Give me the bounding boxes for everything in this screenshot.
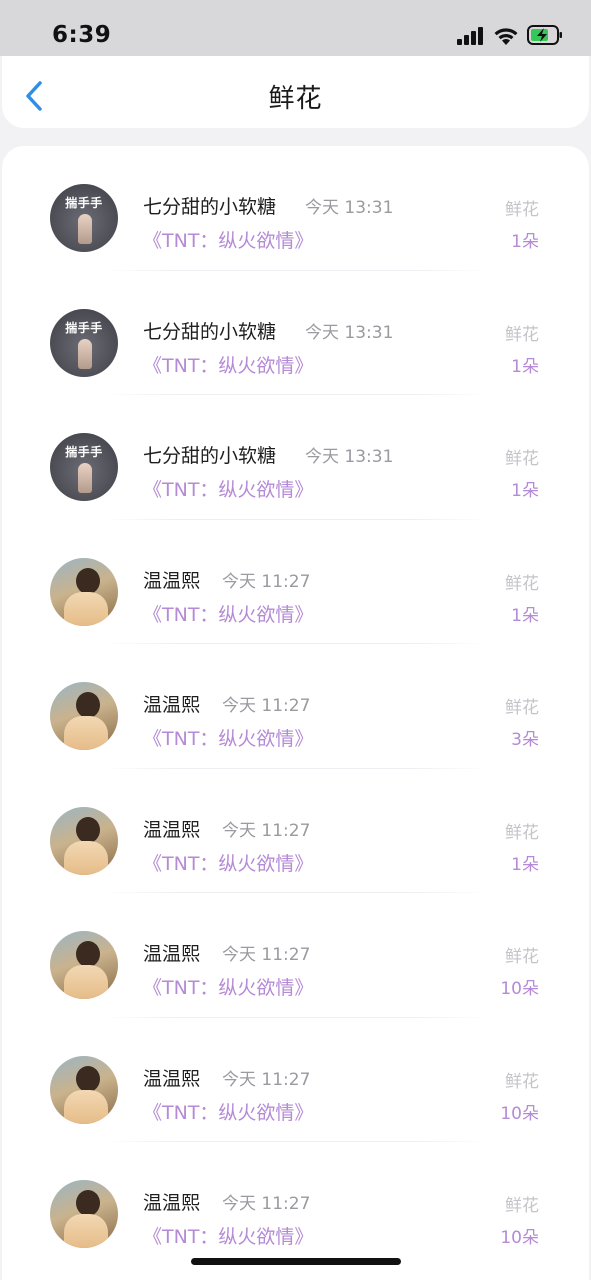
record-time: 今天 13:31	[305, 322, 394, 343]
list-item[interactable]: 温温熙 今天 11:27 《TNT：纵火欲情》 鲜花 1朵	[2, 769, 589, 893]
user-name[interactable]: 温温熙	[143, 566, 200, 593]
signal-icon	[457, 27, 483, 45]
user-avatar[interactable]	[50, 682, 118, 750]
status-time: 6:39	[52, 22, 112, 48]
avatar-tag: 揣手手	[65, 196, 103, 210]
record-time: 今天 11:27	[222, 1194, 311, 1214]
list-item[interactable]: 揣手手 七分甜的小软糖 今天 13:31 《TNT：纵火欲情》 鲜花 1朵	[2, 146, 589, 271]
gift-count: 10朵	[500, 1228, 539, 1248]
gift-type: 鲜花	[505, 698, 539, 718]
gift-type: 鲜花	[505, 449, 539, 469]
flower-record-list[interactable]: 揣手手 七分甜的小软糖 今天 13:31 《TNT：纵火欲情》 鲜花 1朵 揣手…	[2, 146, 589, 1280]
gift-count: 1朵	[511, 232, 539, 252]
user-avatar[interactable]: 揣手手	[50, 184, 118, 252]
user-name[interactable]: 温温熙	[143, 815, 200, 842]
page-title: 鲜花	[268, 84, 323, 114]
home-indicator[interactable]	[191, 1258, 401, 1265]
gift-count: 1朵	[511, 356, 539, 377]
book-title-link[interactable]: 《TNT：纵火欲情》	[143, 1098, 313, 1125]
user-name[interactable]: 温温熙	[143, 690, 200, 717]
gift-type: 鲜花	[505, 822, 539, 843]
navigation-bar: 鲜花	[2, 56, 589, 128]
user-name[interactable]: 七分甜的小软糖	[143, 192, 276, 219]
record-time: 今天 11:27	[222, 571, 311, 592]
battery-charging-icon	[527, 25, 562, 45]
user-avatar[interactable]	[50, 1180, 118, 1248]
gift-count: 1朵	[511, 605, 539, 626]
status-bar: 6:39	[0, 0, 591, 56]
user-avatar[interactable]: 揣手手	[50, 433, 118, 501]
gift-type: 鲜花	[505, 324, 539, 345]
book-title-link[interactable]: 《TNT：纵火欲情》	[143, 724, 313, 751]
avatar-tag: 揣手手	[65, 445, 103, 459]
book-title-link[interactable]: 《TNT：纵火欲情》	[143, 475, 313, 502]
list-item[interactable]: 温温熙 今天 11:27 《TNT：纵火欲情》 鲜花 10朵	[2, 1018, 589, 1142]
user-name[interactable]: 七分甜的小软糖	[143, 441, 276, 468]
list-item[interactable]: 温温熙 今天 11:27 《TNT：纵火欲情》 鲜花 10朵	[2, 1142, 589, 1267]
gift-type: 鲜花	[505, 200, 539, 220]
status-icons	[457, 25, 563, 45]
user-avatar[interactable]	[50, 1055, 118, 1124]
gift-type: 鲜花	[505, 573, 539, 594]
user-avatar[interactable]	[50, 931, 118, 999]
record-time: 今天 13:31	[305, 447, 394, 467]
record-time: 今天 11:27	[222, 820, 311, 841]
gift-count: 10朵	[500, 979, 539, 999]
book-title-link[interactable]: 《TNT：纵火欲情》	[143, 226, 313, 253]
record-time: 今天 11:27	[222, 1069, 311, 1090]
record-time: 今天 11:27	[222, 696, 311, 716]
gift-type: 鲜花	[505, 1071, 539, 1092]
user-avatar[interactable]: 揣手手	[50, 308, 118, 377]
book-title-link[interactable]: 《TNT：纵火欲情》	[143, 973, 313, 1000]
gift-count: 10朵	[500, 1103, 539, 1124]
wifi-icon	[494, 28, 518, 45]
book-title-link[interactable]: 《TNT：纵火欲情》	[143, 351, 313, 378]
book-title-link[interactable]: 《TNT：纵火欲情》	[143, 1222, 313, 1249]
list-item[interactable]: 温温熙 今天 11:27 《TNT：纵火欲情》 鲜花 10朵	[2, 893, 589, 1018]
record-time: 今天 11:27	[222, 945, 311, 965]
avatar-tag: 揣手手	[65, 320, 103, 335]
record-time: 今天 13:31	[305, 198, 394, 218]
user-name[interactable]: 七分甜的小软糖	[143, 317, 276, 344]
user-avatar[interactable]	[50, 557, 118, 626]
user-name[interactable]: 温温熙	[143, 1188, 200, 1215]
flowers-screen: 6:39 鲜花 揣手手 七分甜的小软糖 今天 13:31 《TNT：纵火欲情》 …	[0, 0, 591, 1280]
user-name[interactable]: 温温熙	[143, 939, 200, 966]
gift-count: 1朵	[511, 854, 539, 875]
list-item[interactable]: 温温熙 今天 11:27 《TNT：纵火欲情》 鲜花 3朵	[2, 644, 589, 769]
list-item[interactable]: 温温熙 今天 11:27 《TNT：纵火欲情》 鲜花 1朵	[2, 520, 589, 644]
book-title-link[interactable]: 《TNT：纵火欲情》	[143, 849, 313, 876]
gift-type: 鲜花	[505, 1196, 539, 1216]
user-avatar[interactable]	[50, 806, 118, 875]
list-item[interactable]: 揣手手 七分甜的小软糖 今天 13:31 《TNT：纵火欲情》 鲜花 1朵	[2, 395, 589, 520]
gift-type: 鲜花	[505, 947, 539, 967]
user-name[interactable]: 温温熙	[143, 1064, 200, 1091]
gift-count: 1朵	[511, 481, 539, 501]
gift-count: 3朵	[511, 730, 539, 750]
book-title-link[interactable]: 《TNT：纵火欲情》	[143, 600, 313, 627]
list-item[interactable]: 揣手手 七分甜的小软糖 今天 13:31 《TNT：纵火欲情》 鲜花 1朵	[2, 271, 589, 395]
